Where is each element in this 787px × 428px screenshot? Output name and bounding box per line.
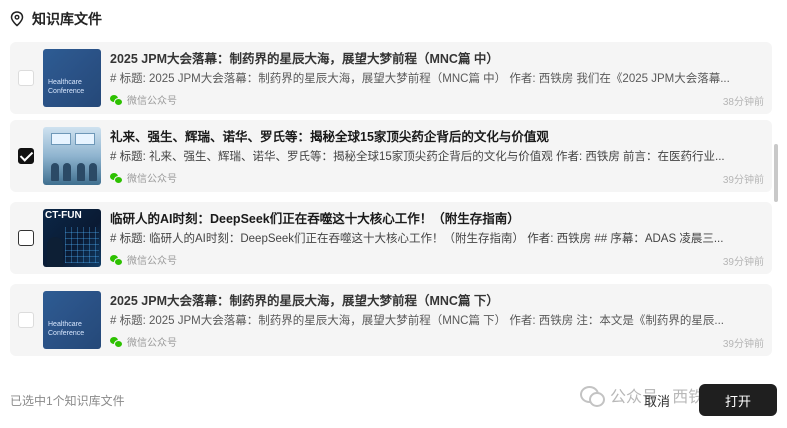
thumbnail-figure [89,163,97,181]
list-item[interactable]: CT-FUN 临研人的AI时刻：DeepSeek们正在吞噬这十大核心工作！（附生… [10,202,772,274]
source-label: 微信公众号 [127,338,177,349]
open-button[interactable]: 打开 [699,384,777,416]
file-list[interactable]: Healthcare Conference 2025 JPM大会落幕：制药界的星… [10,38,772,363]
item-title: 2025 JPM大会落幕：制药界的星辰大海，展望大梦前程（MNC篇 中） [110,52,499,66]
article-thumbnail: Healthcare Conference [43,49,101,107]
source-label: 微信公众号 [127,96,177,107]
selection-status: 已选中1个知识库文件 [10,394,125,408]
item-title: 2025 JPM大会落幕：制药界的星辰大海，展望大梦前程（MNC篇 下） [110,294,499,308]
article-thumbnail: CT-FUN [43,209,101,267]
thumbnail-text: Healthcare [48,79,82,86]
article-thumbnail [43,127,101,185]
item-source: 微信公众号 [110,252,177,267]
article-thumbnail: Healthcare Conference [43,291,101,349]
panel-header: 知识库文件 [10,8,102,30]
thumbnail-figure [77,163,85,181]
item-source: 微信公众号 [110,170,177,185]
thumbnail-text: Conference [48,88,85,95]
source-label: 微信公众号 [127,174,177,185]
item-title: 临研人的AI时刻：DeepSeek们正在吞噬这十大核心工作！（附生存指南） [110,212,520,226]
wechat-icon [110,254,123,266]
wechat-icon [110,94,123,106]
item-timestamp: 39分钟前 [722,175,764,186]
source-label: 微信公众号 [127,256,177,267]
item-checkbox[interactable] [18,312,34,328]
item-timestamp: 39分钟前 [722,339,764,350]
thumbnail-screen [75,133,95,145]
item-source: 微信公众号 [110,92,177,107]
list-item[interactable]: Healthcare Conference 2025 JPM大会落幕：制药界的星… [10,284,772,356]
thumbnail-figure [63,163,71,181]
item-source: 微信公众号 [110,334,177,349]
location-pin-icon [10,11,24,27]
list-scrollbar[interactable] [774,144,778,202]
item-checkbox[interactable] [18,148,34,164]
item-description: # 标题: 2025 JPM大会落幕：制药界的星辰大海，展望大梦前程（MNC篇 … [110,73,730,85]
item-description: # 标题: 礼来、强生、辉瑞、诺华、罗氏等：揭秘全球15家顶尖药企背后的文化与价… [110,151,725,163]
thumbnail-figure [51,163,59,181]
wechat-logo-icon [580,385,605,407]
wechat-icon [110,172,123,184]
item-description: # 标题: 临研人的AI时刻：DeepSeek们正在吞噬这十大核心工作！（附生存… [110,233,724,245]
page-title: 知识库文件 [32,11,102,27]
item-timestamp: 39分钟前 [722,257,764,268]
item-description: # 标题: 2025 JPM大会落幕：制药界的星辰大海，展望大梦前程（MNC篇 … [110,315,725,327]
wechat-icon [110,336,123,348]
item-title: 礼来、强生、辉瑞、诺华、罗氏等：揭秘全球15家顶尖药企背后的文化与价值观 [110,130,549,144]
item-checkbox[interactable] [18,70,34,86]
item-timestamp: 38分钟前 [722,97,764,108]
list-item[interactable]: Healthcare Conference 2025 JPM大会落幕：制药界的星… [10,42,772,114]
thumbnail-screen [51,133,71,145]
list-item[interactable]: 礼来、强生、辉瑞、诺华、罗氏等：揭秘全球15家顶尖药企背后的文化与价值观 # 标… [10,120,772,192]
thumbnail-grid [65,227,99,263]
thumbnail-figure [47,237,63,267]
cancel-button[interactable]: 取消 [628,385,686,415]
item-checkbox[interactable] [18,230,34,246]
thumbnail-text: CT-FUN [45,210,82,221]
thumbnail-text: Conference [48,330,85,337]
thumbnail-text: Healthcare [48,321,82,328]
